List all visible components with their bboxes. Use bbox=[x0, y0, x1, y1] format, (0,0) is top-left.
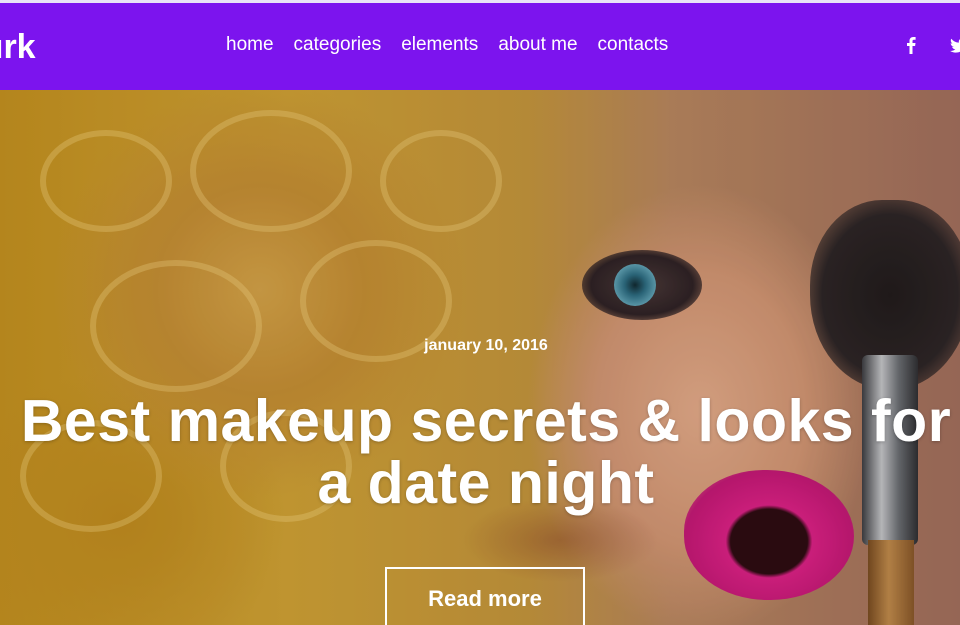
site-logo[interactable]: ırk bbox=[0, 27, 36, 67]
hero-section: january 10, 2016 Best makeup secrets & l… bbox=[0, 90, 960, 625]
navbar: ırk home categories elements about me co… bbox=[0, 3, 960, 90]
nav-item-home[interactable]: home bbox=[226, 33, 274, 57]
nav-item-contacts[interactable]: contacts bbox=[598, 33, 669, 57]
nav-item-about-me[interactable]: about me bbox=[498, 33, 577, 57]
read-more-button[interactable]: Read more bbox=[385, 567, 585, 625]
post-title[interactable]: Best makeup secrets & looks for a date n… bbox=[0, 390, 960, 514]
main-nav: home categories elements about me contac… bbox=[216, 33, 678, 57]
post-date: january 10, 2016 bbox=[424, 337, 548, 354]
facebook-icon[interactable] bbox=[901, 34, 921, 56]
nav-item-elements[interactable]: elements bbox=[401, 33, 478, 57]
hero-overlay bbox=[0, 90, 960, 625]
twitter-icon[interactable] bbox=[949, 34, 960, 56]
nav-item-categories[interactable]: categories bbox=[294, 33, 382, 57]
